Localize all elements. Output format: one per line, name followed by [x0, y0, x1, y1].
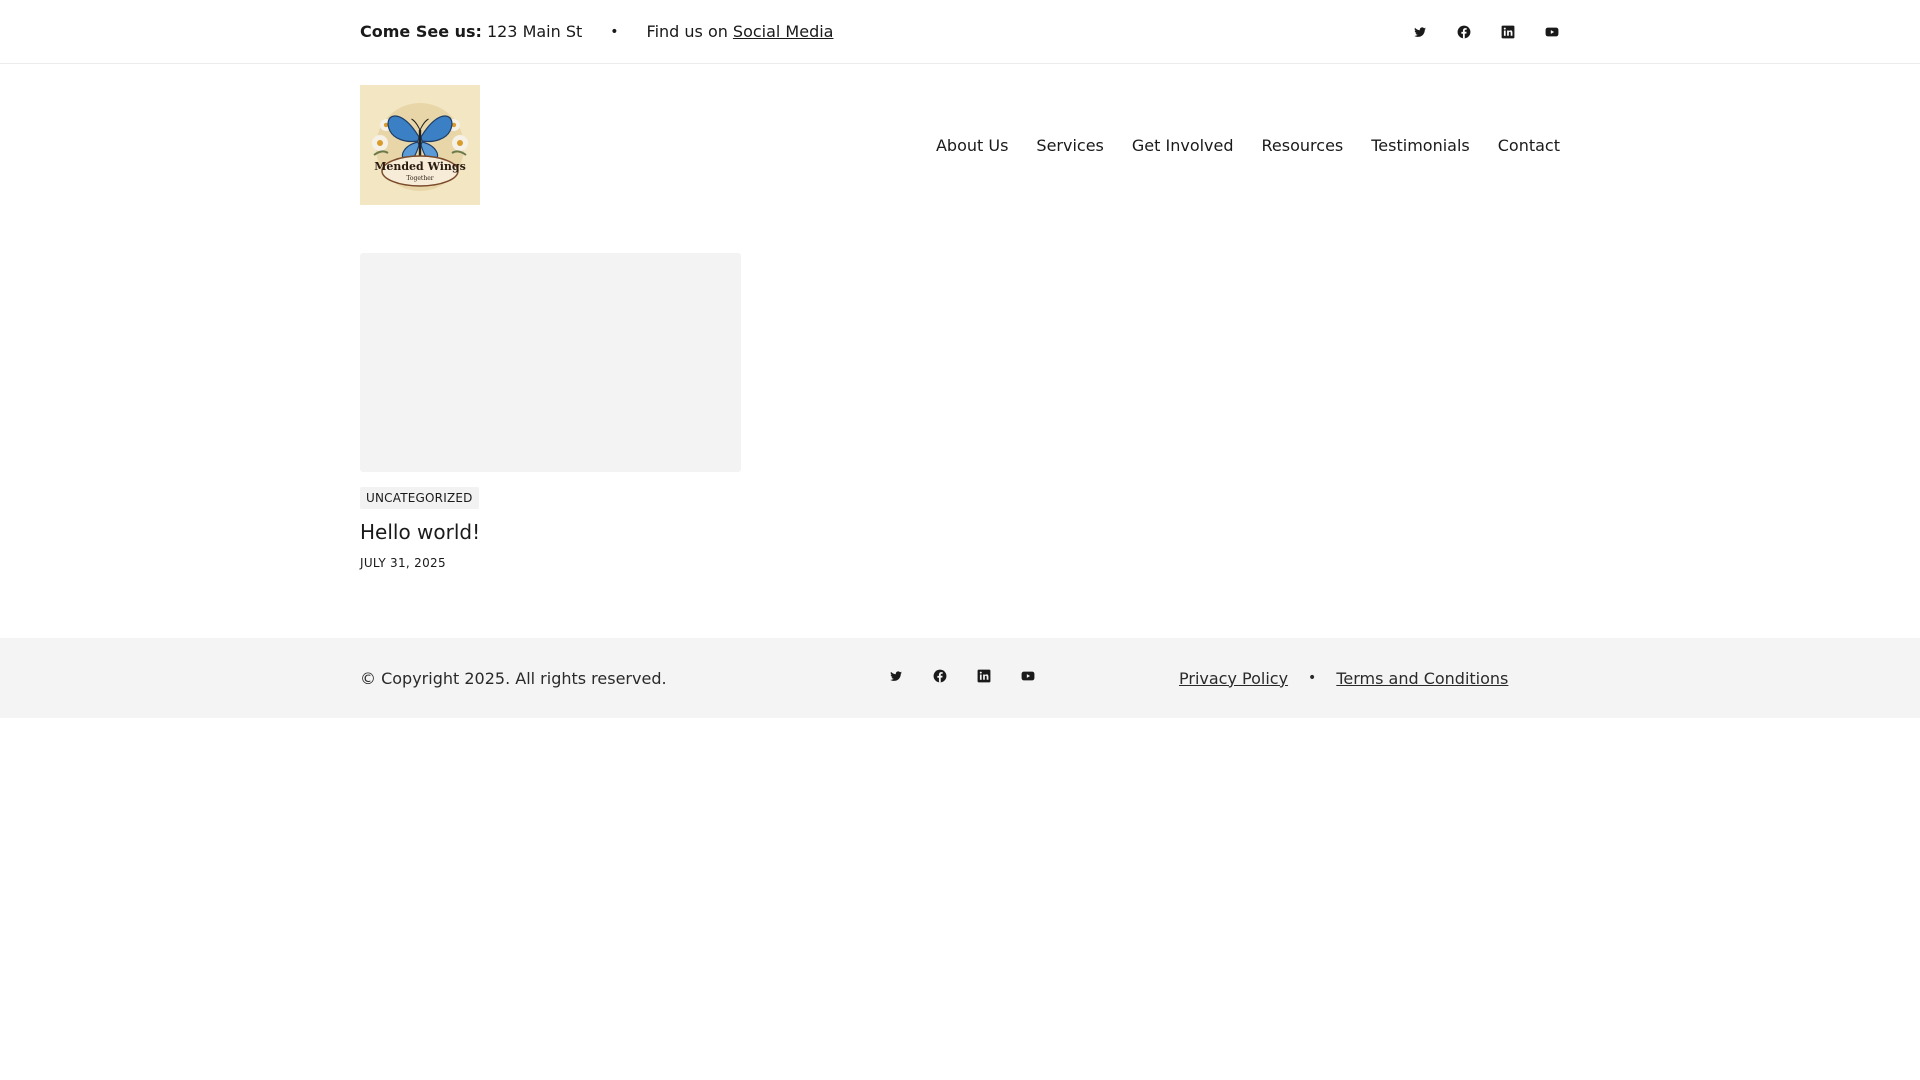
youtube-icon[interactable] [1544, 24, 1560, 40]
nav-item-resources[interactable]: Resources [1262, 136, 1344, 155]
topbar-social-links [1412, 0, 1560, 63]
topbar-info: Come See us: 123 Main St • Find us on So… [360, 0, 833, 63]
nav-item-get-involved[interactable]: Get Involved [1132, 136, 1234, 155]
twitter-icon[interactable] [888, 668, 904, 684]
copyright-text: © Copyright 2025. All rights reserved. [360, 668, 667, 688]
post-thumbnail[interactable] [360, 253, 741, 472]
post-card: UNCATEGORIZED Hello world! JULY 31, 2025 [360, 253, 741, 570]
post-category-badge[interactable]: UNCATEGORIZED [360, 487, 479, 509]
main-navigation: About Us Services Get Involved Resources… [936, 85, 1560, 205]
facebook-icon[interactable] [1456, 24, 1472, 40]
site-footer: © Copyright 2025. All rights reserved. P… [0, 638, 1920, 718]
site-logo[interactable]: Mended Wings Together [360, 85, 480, 205]
nav-item-about-us[interactable]: About Us [936, 136, 1008, 155]
logo-text-main: Mended Wings [374, 160, 466, 173]
twitter-icon[interactable] [1412, 24, 1428, 40]
address-value: 123 Main St [486, 22, 583, 41]
footer-legal-links: Privacy Policy • Terms and Conditions [1179, 638, 1508, 718]
post-title[interactable]: Hello world! [360, 520, 741, 544]
footer-social-links [888, 638, 1036, 714]
nav-item-testimonials[interactable]: Testimonials [1371, 136, 1470, 155]
youtube-icon[interactable] [1020, 668, 1036, 684]
address-label: Come See us: [360, 22, 482, 41]
footer-separator: • [1308, 670, 1317, 686]
nav-item-services[interactable]: Services [1036, 136, 1103, 155]
find-us-text: Find us on [646, 22, 728, 41]
terms-link[interactable]: Terms and Conditions [1336, 669, 1508, 688]
topbar-separator: • [610, 23, 619, 40]
linkedin-icon[interactable] [976, 668, 992, 684]
top-bar: Come See us: 123 Main St • Find us on So… [0, 0, 1920, 64]
nav-item-contact[interactable]: Contact [1498, 136, 1560, 155]
site-header: Mended Wings Together About Us Services … [360, 85, 1560, 205]
logo-text-sub: Together [406, 175, 433, 182]
linkedin-icon[interactable] [1500, 24, 1516, 40]
social-media-link[interactable]: Social Media [733, 22, 834, 41]
privacy-policy-link[interactable]: Privacy Policy [1179, 669, 1288, 688]
facebook-icon[interactable] [932, 668, 948, 684]
post-date: JULY 31, 2025 [360, 556, 446, 570]
